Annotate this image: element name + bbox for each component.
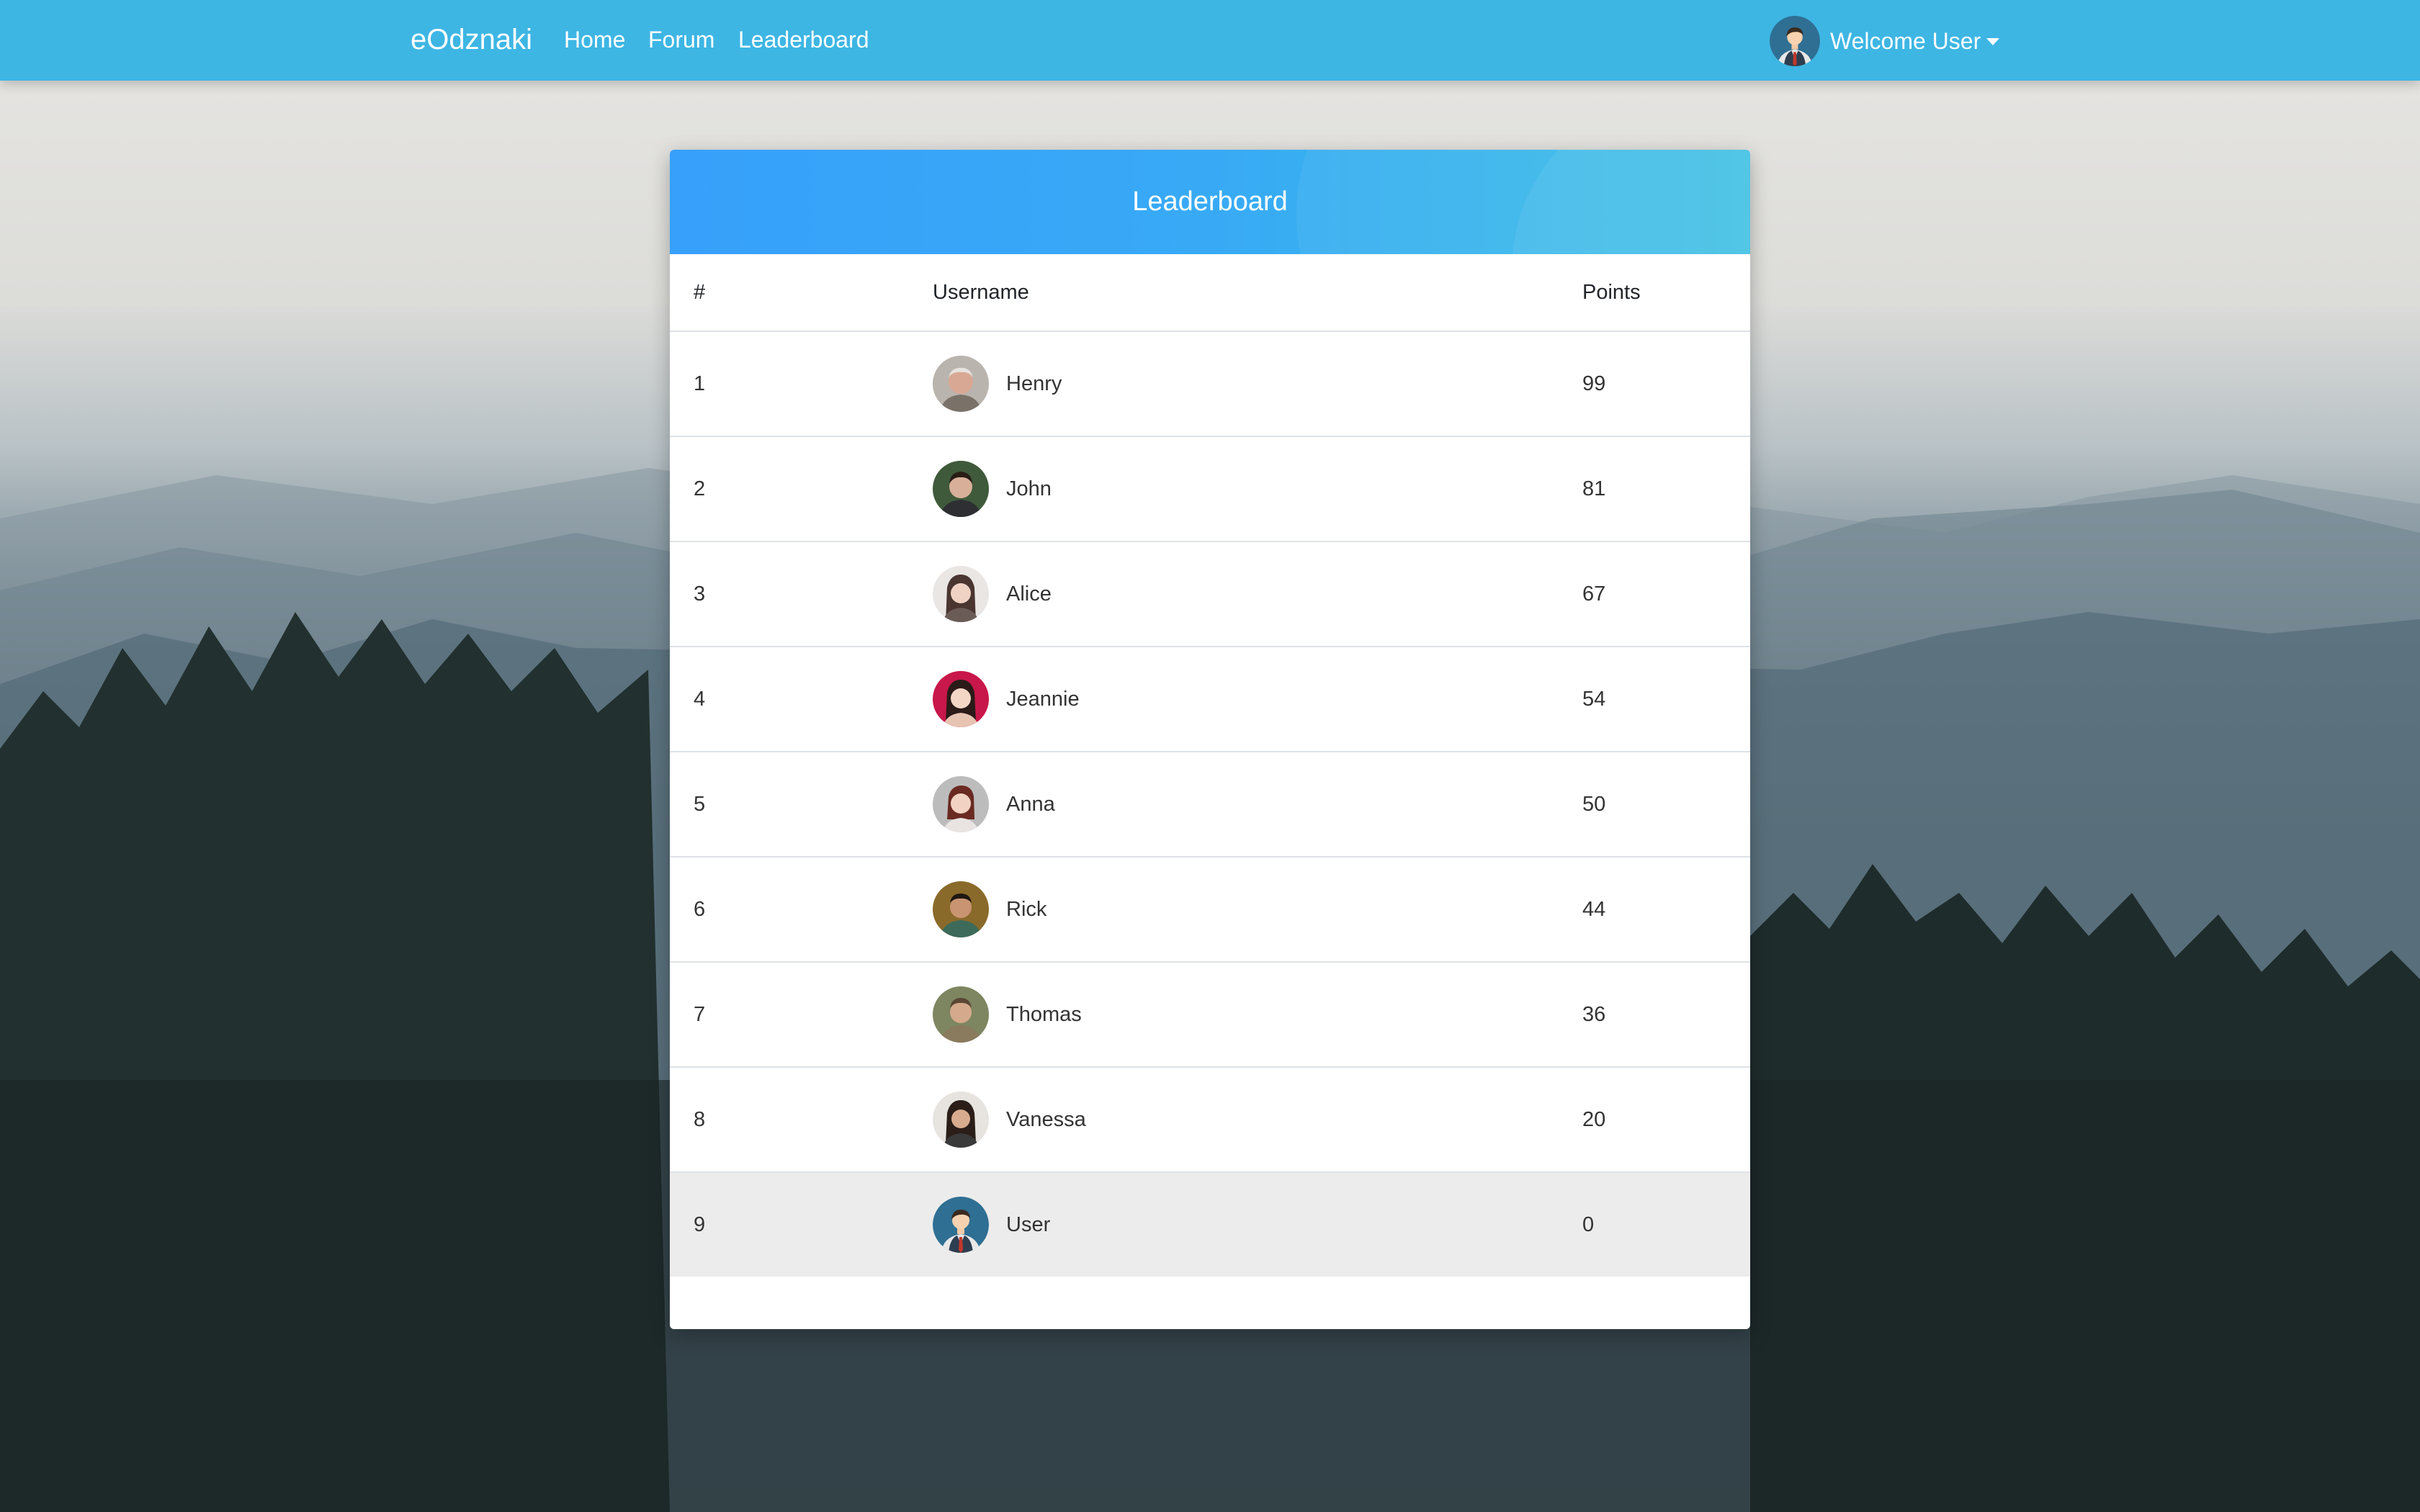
username: Thomas	[1006, 1002, 1082, 1026]
top-navbar: eOdznaki Home Forum Leaderboard Welcome …	[0, 0, 2420, 81]
nav-home-link[interactable]: Home	[564, 24, 625, 55]
avatar	[933, 461, 989, 517]
leaderboard-header: Leaderboard	[670, 150, 1750, 254]
rank-cell: 9	[670, 1172, 933, 1277]
points-cell: 81	[1582, 436, 1750, 542]
points-cell: 99	[1582, 331, 1750, 437]
username: Alice	[1006, 582, 1052, 606]
rank-cell: 2	[670, 436, 933, 542]
username: John	[1006, 477, 1052, 500]
points-cell: 20	[1582, 1067, 1750, 1173]
brand-logo[interactable]: eOdznaki	[411, 22, 532, 58]
table-row: 7 Thomas 36	[670, 962, 1750, 1068]
avatar	[933, 671, 989, 727]
username: Rick	[1006, 897, 1047, 921]
points-cell: 67	[1582, 541, 1750, 647]
rank-cell: 4	[670, 647, 933, 752]
username: Vanessa	[1006, 1107, 1086, 1131]
points-cell: 0	[1582, 1172, 1750, 1277]
table-row: 3 Alice 67	[670, 541, 1750, 647]
chevron-down-icon	[1986, 38, 2000, 45]
username: Jeannie	[1006, 687, 1080, 711]
table-row: 4 Jeannie 54	[670, 647, 1750, 752]
user-avatar-icon	[933, 1197, 989, 1253]
table-header-row: # Username Points	[670, 254, 1750, 332]
welcome-user-label: Welcome User	[1830, 27, 1981, 54]
table-row: 2 John 81	[670, 436, 1750, 542]
user-menu-dropdown[interactable]: Welcome User	[1770, 16, 2000, 66]
points-cell: 54	[1582, 647, 1750, 752]
rank-cell: 5	[670, 752, 933, 858]
column-header-points: Points	[1582, 254, 1750, 332]
leaderboard-card: Leaderboard # Username Points 1 Henry 99…	[670, 150, 1750, 1329]
table-row-current-user: 9 User 0	[670, 1172, 1750, 1277]
rank-cell: 7	[670, 962, 933, 1068]
table-row: 5 Anna 50	[670, 752, 1750, 858]
avatar	[933, 881, 989, 937]
nav-forum-link[interactable]: Forum	[648, 24, 714, 55]
avatar	[933, 986, 989, 1043]
column-header-username: Username	[933, 254, 1582, 332]
nav-leaderboard-link[interactable]: Leaderboard	[738, 24, 869, 55]
rank-cell: 8	[670, 1067, 933, 1173]
username: User	[1006, 1212, 1051, 1236]
points-cell: 36	[1582, 962, 1750, 1068]
rank-cell: 1	[670, 331, 933, 437]
table-row: 6 Rick 44	[670, 857, 1750, 963]
user-avatar-icon	[1770, 16, 1820, 66]
column-header-rank: #	[670, 254, 933, 332]
leaderboard-title: Leaderboard	[1132, 186, 1288, 217]
avatar	[933, 1092, 989, 1148]
rank-cell: 6	[670, 857, 933, 963]
username: Anna	[1006, 792, 1055, 816]
avatar	[933, 566, 989, 622]
points-cell: 50	[1582, 752, 1750, 858]
table-row: 8 Vanessa 20	[670, 1067, 1750, 1173]
table-row: 1 Henry 99	[670, 331, 1750, 437]
points-cell: 44	[1582, 857, 1750, 963]
avatar	[933, 356, 989, 412]
rank-cell: 3	[670, 541, 933, 647]
username: Henry	[1006, 372, 1062, 395]
avatar	[933, 776, 989, 832]
leaderboard-table: # Username Points 1 Henry 99 2 John 81 3…	[670, 254, 1750, 1277]
